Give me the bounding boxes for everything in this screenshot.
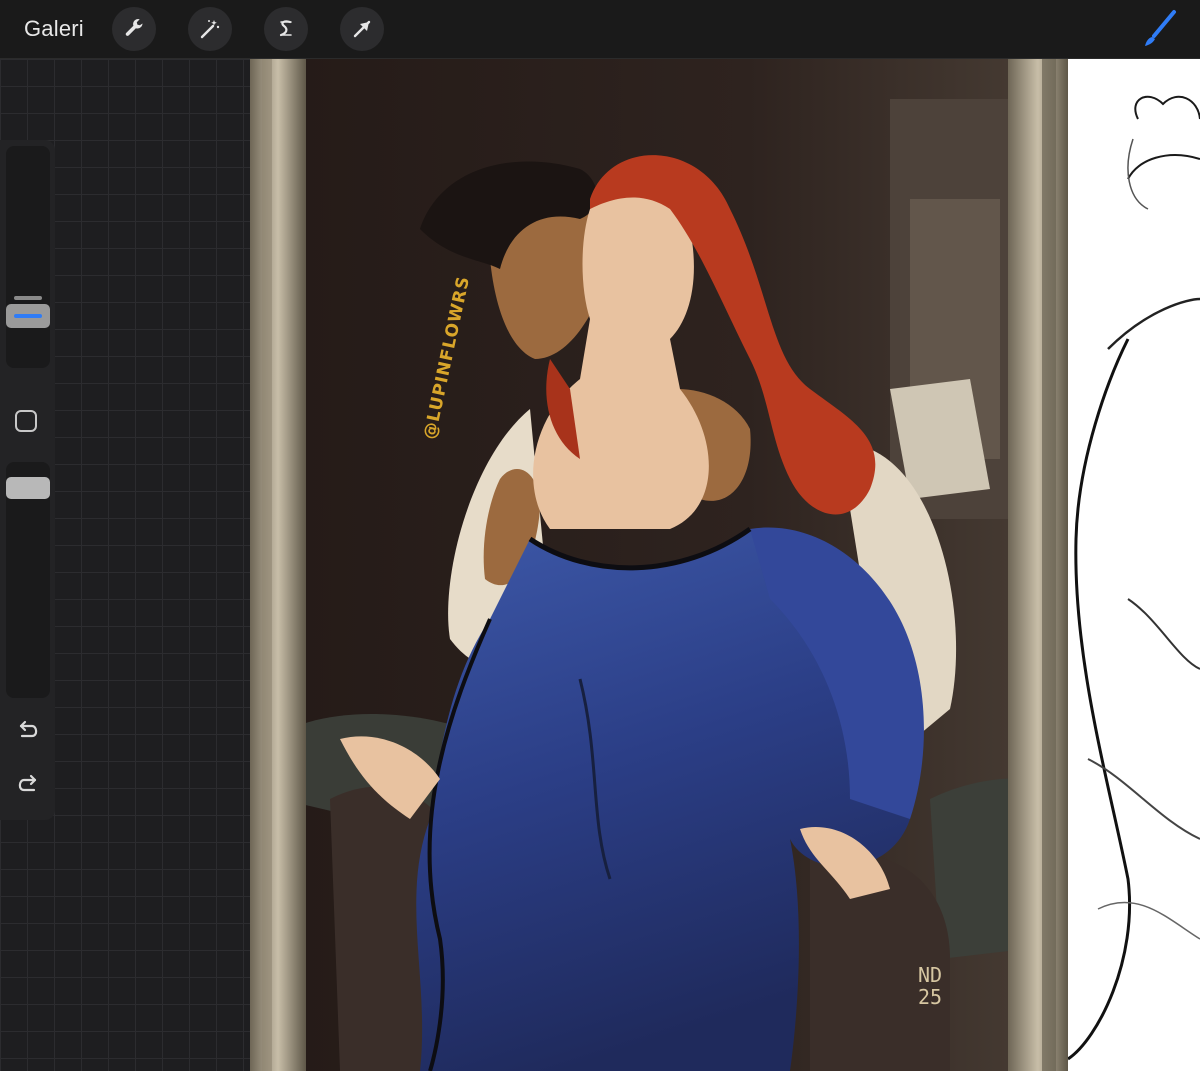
size-slider-marker bbox=[14, 296, 42, 300]
brush-size-thumb[interactable] bbox=[6, 304, 50, 328]
drawing-canvas[interactable]: @LUPINFLOWRS ND 25 bbox=[250, 59, 1200, 1071]
brush-opacity-thumb[interactable] bbox=[6, 477, 50, 499]
redo-icon bbox=[18, 774, 37, 792]
selection-button[interactable] bbox=[264, 7, 308, 51]
wrench-icon bbox=[125, 19, 143, 36]
undo-icon bbox=[19, 720, 38, 738]
adjustments-button[interactable] bbox=[188, 7, 232, 51]
modify-button[interactable] bbox=[15, 410, 37, 432]
brush-size-slider[interactable] bbox=[6, 146, 50, 368]
undo-button[interactable] bbox=[14, 718, 42, 744]
signature-year: 25 bbox=[918, 985, 943, 1009]
magic-wand-icon bbox=[200, 20, 220, 39]
top-toolbar: Galeri bbox=[0, 0, 1200, 59]
signature-initials: ND bbox=[918, 963, 943, 987]
actions-button[interactable] bbox=[112, 7, 156, 51]
brush-icon bbox=[1145, 10, 1176, 46]
artist-signature: ND 25 bbox=[918, 964, 942, 1008]
redo-button[interactable] bbox=[14, 772, 42, 798]
artwork-illustration bbox=[250, 59, 1130, 1071]
gallery-button[interactable]: Galeri bbox=[24, 16, 84, 42]
sketch-reference bbox=[1068, 59, 1200, 1071]
selection-icon bbox=[279, 20, 292, 37]
left-sidebar bbox=[0, 140, 55, 820]
transform-button[interactable] bbox=[340, 7, 384, 51]
transform-arrow-icon bbox=[353, 20, 371, 38]
brush-button[interactable] bbox=[1136, 8, 1180, 52]
